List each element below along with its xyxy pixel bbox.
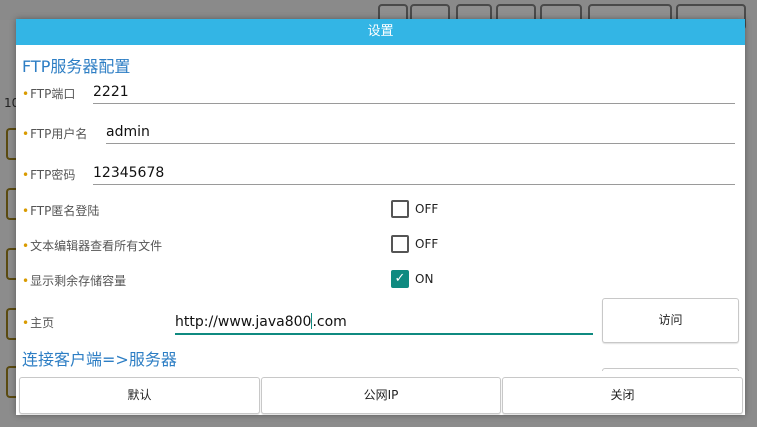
- bullet-icon: •: [22, 86, 30, 101]
- show-storage-state: ON: [415, 272, 434, 286]
- anonymous-label-text: FTP匿名登陆: [30, 204, 100, 218]
- bullet-icon: •: [22, 167, 30, 182]
- public-ip-button[interactable]: 公网IP: [261, 377, 501, 414]
- check-icon: ✓: [394, 271, 406, 286]
- close-button[interactable]: 关闭: [502, 377, 743, 414]
- username-label-text: FTP用户名: [30, 127, 88, 141]
- settings-dialog: 设置 FTP服务器配置 • FTP端口 2221 • FTP用户名 admin …: [16, 19, 745, 415]
- bullet-icon: •: [22, 126, 30, 141]
- anonymous-checkbox[interactable]: [391, 200, 409, 218]
- password-label-text: FTP密码: [30, 168, 76, 182]
- dialog-content[interactable]: FTP服务器配置 • FTP端口 2221 • FTP用户名 admin • F…: [16, 45, 745, 389]
- editor-all-files-checkbox[interactable]: [391, 235, 409, 253]
- port-field[interactable]: 2221: [93, 81, 735, 104]
- username-label: • FTP用户名: [22, 125, 87, 142]
- section-title-ftp-server: FTP服务器配置: [22, 57, 131, 76]
- show-storage-label: • 显示剩余存储容量: [22, 272, 126, 289]
- bullet-icon: •: [22, 238, 30, 253]
- dialog-title: 设置: [16, 19, 745, 45]
- editor-all-files-label-text: 文本编辑器查看所有文件: [30, 239, 163, 253]
- homepage-value-start: http://www.java800: [175, 314, 312, 330]
- homepage-value-end: .com: [312, 314, 347, 330]
- default-button[interactable]: 默认: [19, 377, 260, 414]
- dialog-button-bar: 默认 公网IP 关闭: [16, 371, 745, 415]
- homepage-label: • 主页: [22, 314, 54, 331]
- visit-button[interactable]: 访问: [602, 298, 739, 343]
- bullet-icon: •: [22, 203, 30, 218]
- editor-all-files-label: • 文本编辑器查看所有文件: [22, 237, 162, 254]
- port-label-text: FTP端口: [30, 87, 76, 101]
- username-field[interactable]: admin: [106, 121, 735, 144]
- anonymous-label: • FTP匿名登陆: [22, 202, 99, 219]
- homepage-field[interactable]: http://www.java800.com: [175, 311, 593, 335]
- section-title-client-connect: 连接客户端=>服务器: [22, 350, 177, 369]
- show-storage-checkbox[interactable]: ✓: [391, 270, 409, 288]
- password-label: • FTP密码: [22, 166, 75, 183]
- bullet-icon: •: [22, 315, 30, 330]
- password-field[interactable]: 12345678: [93, 162, 735, 185]
- bullet-icon: •: [22, 273, 30, 288]
- show-storage-label-text: 显示剩余存储容量: [30, 274, 127, 288]
- anonymous-state: OFF: [415, 202, 439, 216]
- editor-all-files-state: OFF: [415, 237, 439, 251]
- homepage-label-text: 主页: [30, 316, 55, 330]
- port-label: • FTP端口: [22, 85, 75, 102]
